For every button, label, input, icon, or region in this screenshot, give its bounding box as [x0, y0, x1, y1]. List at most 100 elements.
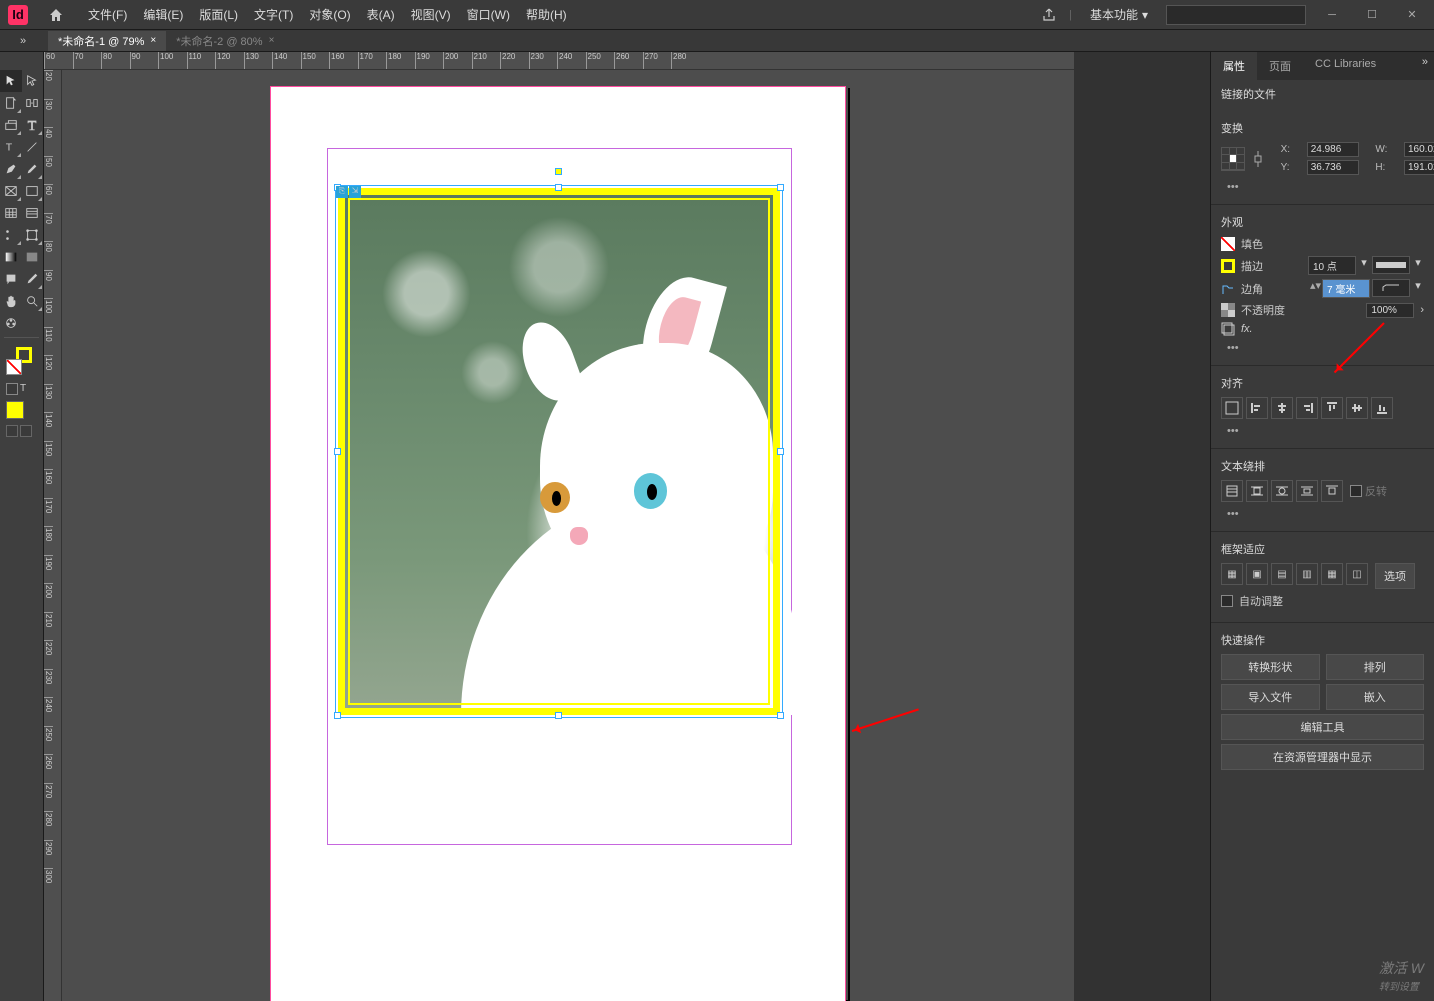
- stroke-weight-input[interactable]: 10 点: [1308, 256, 1356, 275]
- workspace-switcher[interactable]: 基本功能 ▾: [1084, 4, 1154, 25]
- align-hcenter-icon[interactable]: [1271, 397, 1293, 419]
- fit-proportional-icon[interactable]: ▣: [1246, 563, 1268, 585]
- selection-handle[interactable]: [334, 712, 341, 719]
- direct-selection-tool[interactable]: [22, 70, 44, 92]
- corner-size-input[interactable]: 7 毫米: [1322, 279, 1370, 298]
- h-input[interactable]: 191.028: [1404, 160, 1434, 175]
- home-icon[interactable]: [48, 7, 64, 23]
- color-theme-tool[interactable]: [0, 312, 22, 334]
- options-button[interactable]: 选项: [1375, 563, 1415, 589]
- align-right-icon[interactable]: [1296, 397, 1318, 419]
- tab-doc-2[interactable]: *未命名-2 @ 80% ×: [166, 31, 284, 51]
- search-input[interactable]: [1166, 5, 1306, 25]
- selection-handle[interactable]: [555, 184, 562, 191]
- stroke-style-dropdown[interactable]: [1372, 256, 1410, 274]
- rectangle-frame-tool[interactable]: [0, 180, 22, 202]
- eyedropper-tool[interactable]: [22, 268, 44, 290]
- note-tool[interactable]: [0, 268, 22, 290]
- table-tool[interactable]: [0, 202, 22, 224]
- menu-type[interactable]: 文字(T): [248, 2, 299, 27]
- zoom-tool[interactable]: [22, 290, 44, 312]
- view-mode-normal[interactable]: [6, 425, 18, 437]
- stepper-icon[interactable]: ▴▾: [1310, 279, 1320, 298]
- ruler-horizontal[interactable]: 6070809010011012013014015016017018019020…: [44, 52, 1074, 70]
- rectangle-tool[interactable]: [22, 180, 44, 202]
- format-text-icon[interactable]: T: [20, 383, 32, 395]
- free-transform-tool[interactable]: [22, 224, 44, 246]
- chevron-down-icon[interactable]: ▾: [1412, 256, 1424, 275]
- more-options-icon[interactable]: •••: [1221, 423, 1424, 439]
- wrap-next-column-icon[interactable]: [1321, 480, 1343, 502]
- ruler-vertical[interactable]: 2030405060708090100110120130140150160170…: [44, 70, 62, 1001]
- tab-pages[interactable]: 页面: [1257, 52, 1303, 80]
- menu-window[interactable]: 窗口(W): [461, 2, 516, 27]
- selection-handle[interactable]: [777, 448, 784, 455]
- selection-tool[interactable]: [0, 70, 22, 92]
- align-left-icon[interactable]: [1246, 397, 1268, 419]
- image-frame[interactable]: ⎘⇲: [338, 188, 780, 715]
- selection-handle[interactable]: [555, 712, 562, 719]
- close-icon[interactable]: ×: [150, 35, 156, 46]
- embed-button[interactable]: 嵌入: [1326, 684, 1425, 710]
- selection-handle[interactable]: [777, 184, 784, 191]
- align-top-icon[interactable]: [1321, 397, 1343, 419]
- fit-frame-icon[interactable]: ▦: [1321, 563, 1343, 585]
- y-input[interactable]: 36.736: [1307, 160, 1359, 175]
- wrap-bounding-icon[interactable]: [1246, 480, 1268, 502]
- tab-properties[interactable]: 属性: [1211, 52, 1257, 80]
- fx-label[interactable]: fx.: [1241, 323, 1253, 335]
- tab-cc-libraries[interactable]: CC Libraries: [1303, 52, 1388, 80]
- table-tool-2[interactable]: [22, 202, 44, 224]
- chevron-down-icon[interactable]: ▾: [1412, 279, 1424, 298]
- w-input[interactable]: 160.028: [1404, 142, 1434, 157]
- rotation-handle[interactable]: [555, 168, 562, 175]
- constrain-proportions-icon[interactable]: [1252, 149, 1276, 169]
- menu-layout[interactable]: 版面(L): [193, 2, 244, 27]
- align-vcenter-icon[interactable]: [1346, 397, 1368, 419]
- fit-fill-icon[interactable]: ▦: [1221, 563, 1243, 585]
- gradient-feather-tool[interactable]: [22, 246, 44, 268]
- fill-swatch[interactable]: [6, 359, 22, 375]
- close-icon[interactable]: ×: [269, 35, 275, 46]
- menu-file[interactable]: 文件(F): [82, 2, 133, 27]
- gradient-swatch-tool[interactable]: [0, 246, 22, 268]
- selection-handle[interactable]: [334, 448, 341, 455]
- line-tool[interactable]: [22, 136, 44, 158]
- center-content-icon[interactable]: ◫: [1346, 563, 1368, 585]
- chevron-right-icon[interactable]: ›: [1420, 304, 1424, 316]
- x-input[interactable]: 24.986: [1307, 142, 1359, 157]
- fit-content-icon[interactable]: ▥: [1296, 563, 1318, 585]
- type-tool-2[interactable]: T: [0, 136, 22, 158]
- convert-shape-button[interactable]: 转换形状: [1221, 654, 1320, 680]
- edit-tool-button[interactable]: 编辑工具: [1221, 714, 1424, 740]
- expand-panels-icon[interactable]: »: [20, 35, 38, 47]
- minimize-button[interactable]: ─: [1318, 6, 1346, 24]
- wrap-jump-icon[interactable]: [1296, 480, 1318, 502]
- arrange-button[interactable]: 排列: [1326, 654, 1425, 680]
- menu-help[interactable]: 帮助(H): [520, 2, 573, 27]
- page[interactable]: ⎘⇲: [270, 86, 846, 1001]
- pencil-tool[interactable]: [22, 158, 44, 180]
- wrap-none-icon[interactable]: [1221, 480, 1243, 502]
- reference-point-selector[interactable]: [1221, 147, 1249, 171]
- auto-fit-checkbox[interactable]: [1221, 595, 1233, 607]
- canvas[interactable]: ⎘⇲: [62, 70, 1074, 1001]
- selection-handle[interactable]: [777, 712, 784, 719]
- maximize-button[interactable]: ☐: [1358, 6, 1386, 24]
- opacity-input[interactable]: 100%: [1366, 303, 1414, 318]
- fill-swatch[interactable]: [1221, 237, 1235, 251]
- link-badge[interactable]: ⎘⇲: [336, 186, 361, 198]
- gap-tool[interactable]: [22, 92, 44, 114]
- fill-stroke-swatches[interactable]: [6, 347, 34, 375]
- view-mode-preview[interactable]: [20, 425, 32, 437]
- tab-doc-1[interactable]: *未命名-1 @ 79% ×: [48, 31, 166, 51]
- invert-wrap-checkbox[interactable]: [1350, 485, 1362, 497]
- scissors-tool[interactable]: [0, 224, 22, 246]
- wrap-shape-icon[interactable]: [1271, 480, 1293, 502]
- more-options-icon[interactable]: •••: [1221, 179, 1424, 195]
- page-tool[interactable]: [0, 92, 22, 114]
- menu-view[interactable]: 视图(V): [405, 2, 457, 27]
- format-container-icon[interactable]: [6, 383, 18, 395]
- align-bottom-icon[interactable]: [1371, 397, 1393, 419]
- menu-object[interactable]: 对象(O): [303, 2, 356, 27]
